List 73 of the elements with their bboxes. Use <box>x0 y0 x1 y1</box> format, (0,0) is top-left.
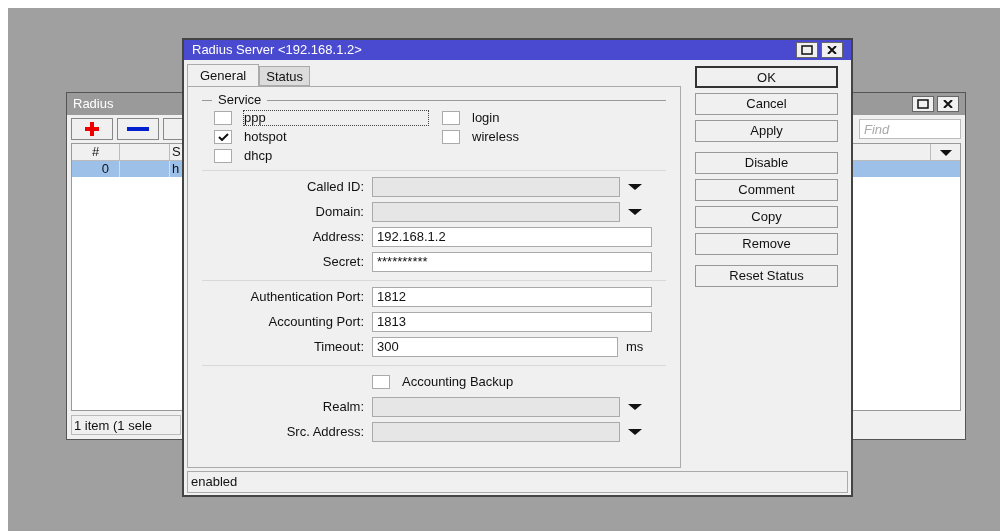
checkbox[interactable] <box>214 110 232 125</box>
table-cell-text: h <box>171 161 181 177</box>
input-field[interactable]: 1813 <box>372 311 652 332</box>
close-button[interactable] <box>821 42 843 58</box>
checkbox-label[interactable]: ppp <box>244 110 428 125</box>
field-label: Timeout: <box>313 338 364 354</box>
checkbox[interactable] <box>442 129 460 144</box>
group-label: Service <box>218 91 262 110</box>
dropdown-field[interactable] <box>372 396 620 417</box>
dropdown-icon <box>939 149 952 156</box>
window-title: Radius <box>73 95 114 114</box>
checkbox[interactable] <box>442 110 460 125</box>
maximize-icon <box>801 45 813 55</box>
maximize-icon <box>917 99 929 109</box>
field-label: Address: <box>312 228 364 244</box>
status-bar: enabled <box>187 471 848 493</box>
dialog-button[interactable]: Reset Status <box>695 265 838 287</box>
field-label: Authentication Port: <box>250 288 364 304</box>
dialog-button[interactable]: Comment <box>695 179 838 201</box>
field-label: Realm: <box>322 398 364 414</box>
unit-label: ms <box>626 337 644 356</box>
add-button[interactable] <box>71 118 113 140</box>
dropdown-field[interactable] <box>372 176 620 197</box>
close-icon <box>943 100 953 108</box>
field-label: Src. Address: <box>286 423 364 439</box>
maximize-button[interactable] <box>912 96 934 112</box>
input-field[interactable]: 300 <box>372 336 618 357</box>
checkbox[interactable] <box>214 148 232 163</box>
dialog-button[interactable]: OK <box>695 66 838 88</box>
dropdown-button[interactable] <box>628 182 644 191</box>
input-field[interactable]: 1812 <box>372 286 652 307</box>
checkbox-label[interactable]: wireless <box>472 129 519 144</box>
close-button[interactable] <box>937 96 959 112</box>
dialog-button[interactable]: Copy <box>695 206 838 228</box>
table-cell: 0 <box>72 161 120 177</box>
dropdown-icon <box>628 208 642 215</box>
plus-icon <box>83 122 101 136</box>
remove-button[interactable] <box>117 118 159 140</box>
dropdown-icon <box>628 428 642 435</box>
field-label: Called ID: <box>306 178 364 194</box>
dialog-button[interactable]: Cancel <box>695 93 838 115</box>
find-field[interactable]: Find <box>859 119 961 139</box>
dropdown-icon <box>628 403 642 410</box>
checkbox[interactable] <box>372 374 390 389</box>
field-label: Accounting Port: <box>268 313 364 329</box>
dialog-button[interactable]: Disable <box>695 152 838 174</box>
field-label: Domain: <box>315 203 364 219</box>
dropdown-button[interactable] <box>628 207 644 216</box>
dialog-button[interactable]: Apply <box>695 120 838 142</box>
dropdown-button[interactable] <box>628 402 644 411</box>
dropdown-field[interactable] <box>372 201 620 222</box>
checkbox-label[interactable]: hotspot <box>244 129 287 144</box>
close-icon <box>827 46 837 54</box>
dropdown-button[interactable] <box>628 427 644 436</box>
dropdown-icon <box>628 183 642 190</box>
maximize-button[interactable] <box>796 42 818 58</box>
tab[interactable]: General <box>187 64 260 86</box>
status-bar: 1 item (1 sele <box>71 415 181 435</box>
input-field[interactable]: 192.168.1.2 <box>372 226 652 247</box>
checkbox-label[interactable]: login <box>472 110 500 125</box>
input-field[interactable]: ********** <box>372 251 652 272</box>
field-label: Secret: <box>322 253 364 269</box>
checkbox-label[interactable]: dhcp <box>244 148 273 163</box>
checkbox-label[interactable]: Accounting Backup <box>402 371 514 392</box>
dropdown-field[interactable] <box>372 421 620 442</box>
check-icon <box>217 132 229 141</box>
tab[interactable]: Status <box>259 66 311 86</box>
dialog-button[interactable]: Remove <box>695 233 838 255</box>
window-title: Radius Server <192.168.1.2> <box>192 41 362 60</box>
checkbox[interactable] <box>214 129 232 144</box>
column-header: # <box>72 144 120 160</box>
column-header: S <box>171 144 182 160</box>
minus-icon <box>127 127 149 131</box>
